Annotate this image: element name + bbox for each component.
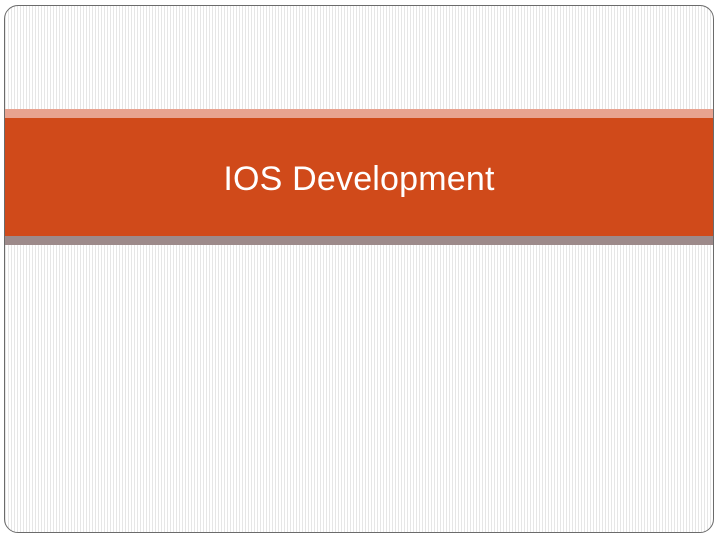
title-band-top-stripe (5, 109, 713, 118)
slide: IOS Development (4, 5, 714, 533)
title-band-bottom-stripe (5, 236, 713, 245)
title-band-main: IOS Development (5, 118, 713, 236)
slide-title: IOS Development (223, 159, 495, 198)
title-band: IOS Development (5, 109, 713, 245)
